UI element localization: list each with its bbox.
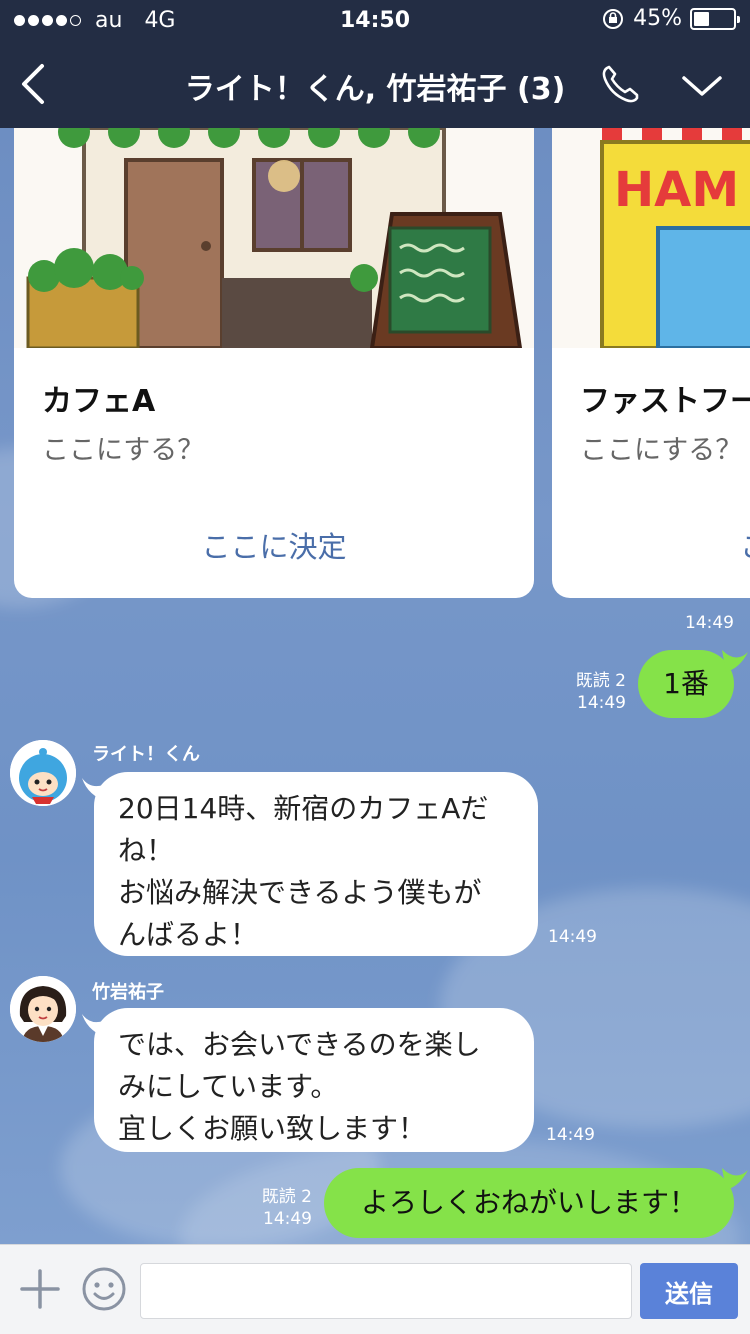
incoming-message[interactable]: 20日14時、新宿のカフェAだ ね！ お悩み解決できるよう僕もが んばるよ！ (94, 772, 538, 956)
message-line: 20日14時、新宿のカフェAだ (118, 792, 489, 825)
sender-name: ライト！くん (92, 744, 200, 765)
message-line: ね！ (118, 834, 175, 867)
chat-header: ライト！くん, 竹岩祐子 (3) (0, 40, 750, 128)
bubble-tail (722, 650, 748, 672)
avatar[interactable] (10, 976, 76, 1042)
outgoing-message[interactable]: 1番 (638, 650, 734, 718)
send-button[interactable]: 送信 (640, 1263, 738, 1319)
rotation-lock-icon (603, 8, 624, 29)
timestamp: 14:49 (577, 693, 626, 713)
message-line: 宜しくお願い致します！ (118, 1112, 427, 1145)
card-text: ここにする？ (42, 435, 205, 466)
chevron-down-icon[interactable] (680, 68, 724, 104)
message-line: んばるよ！ (118, 918, 259, 951)
carousel-card[interactable]: カフェA ここにする？ ここに決定 (14, 128, 534, 598)
battery-percent: 45% (633, 6, 682, 31)
message-line: お悩み解決できるよう僕もが (118, 876, 482, 909)
avatar[interactable] (10, 740, 76, 806)
timestamp: 14:49 (548, 927, 597, 947)
chat-area[interactable]: カフェA ここにする？ ここに決定 HAM ファストフー ここにする？ こ 14… (0, 128, 750, 1244)
timestamp: 14:49 (546, 1125, 595, 1145)
message-input[interactable] (140, 1263, 632, 1319)
card-action-button[interactable]: ここに決定 (14, 524, 534, 566)
sender-name: 竹岩祐子 (92, 982, 164, 1003)
message-line: みにしています。 (118, 1070, 339, 1103)
message-composer: 送信 (0, 1244, 750, 1334)
timestamp: 14:49 (263, 1209, 312, 1229)
fastfood-sign-text: HAM (614, 162, 739, 218)
timestamp: 14:49 (685, 613, 734, 633)
plus-icon[interactable] (18, 1267, 62, 1311)
read-receipt: 既読 2 (575, 671, 626, 691)
message-line: では、お会いできるのを楽し (118, 1028, 481, 1061)
fastfood-image: HAM (552, 128, 750, 348)
card-title: カフェA (42, 384, 156, 419)
battery-icon (690, 7, 740, 30)
cafe-image (14, 128, 534, 348)
bubble-tail (722, 1168, 748, 1190)
phone-icon[interactable] (598, 62, 642, 106)
card-text: ここにする？ (580, 435, 743, 466)
carousel-card[interactable]: HAM ファストフー ここにする？ こ (552, 128, 750, 598)
incoming-message[interactable]: では、お会いできるのを楽し みにしています。 宜しくお願い致します！ (94, 1008, 534, 1152)
status-bar: au 4G 14:50 45% (0, 0, 750, 40)
emoji-icon[interactable] (80, 1265, 128, 1313)
outgoing-message[interactable]: よろしくおねがいします！ (324, 1168, 734, 1238)
card-action-button[interactable]: こ (740, 524, 750, 566)
card-title: ファストフー (580, 384, 750, 419)
read-receipt: 既読 2 (261, 1187, 312, 1207)
